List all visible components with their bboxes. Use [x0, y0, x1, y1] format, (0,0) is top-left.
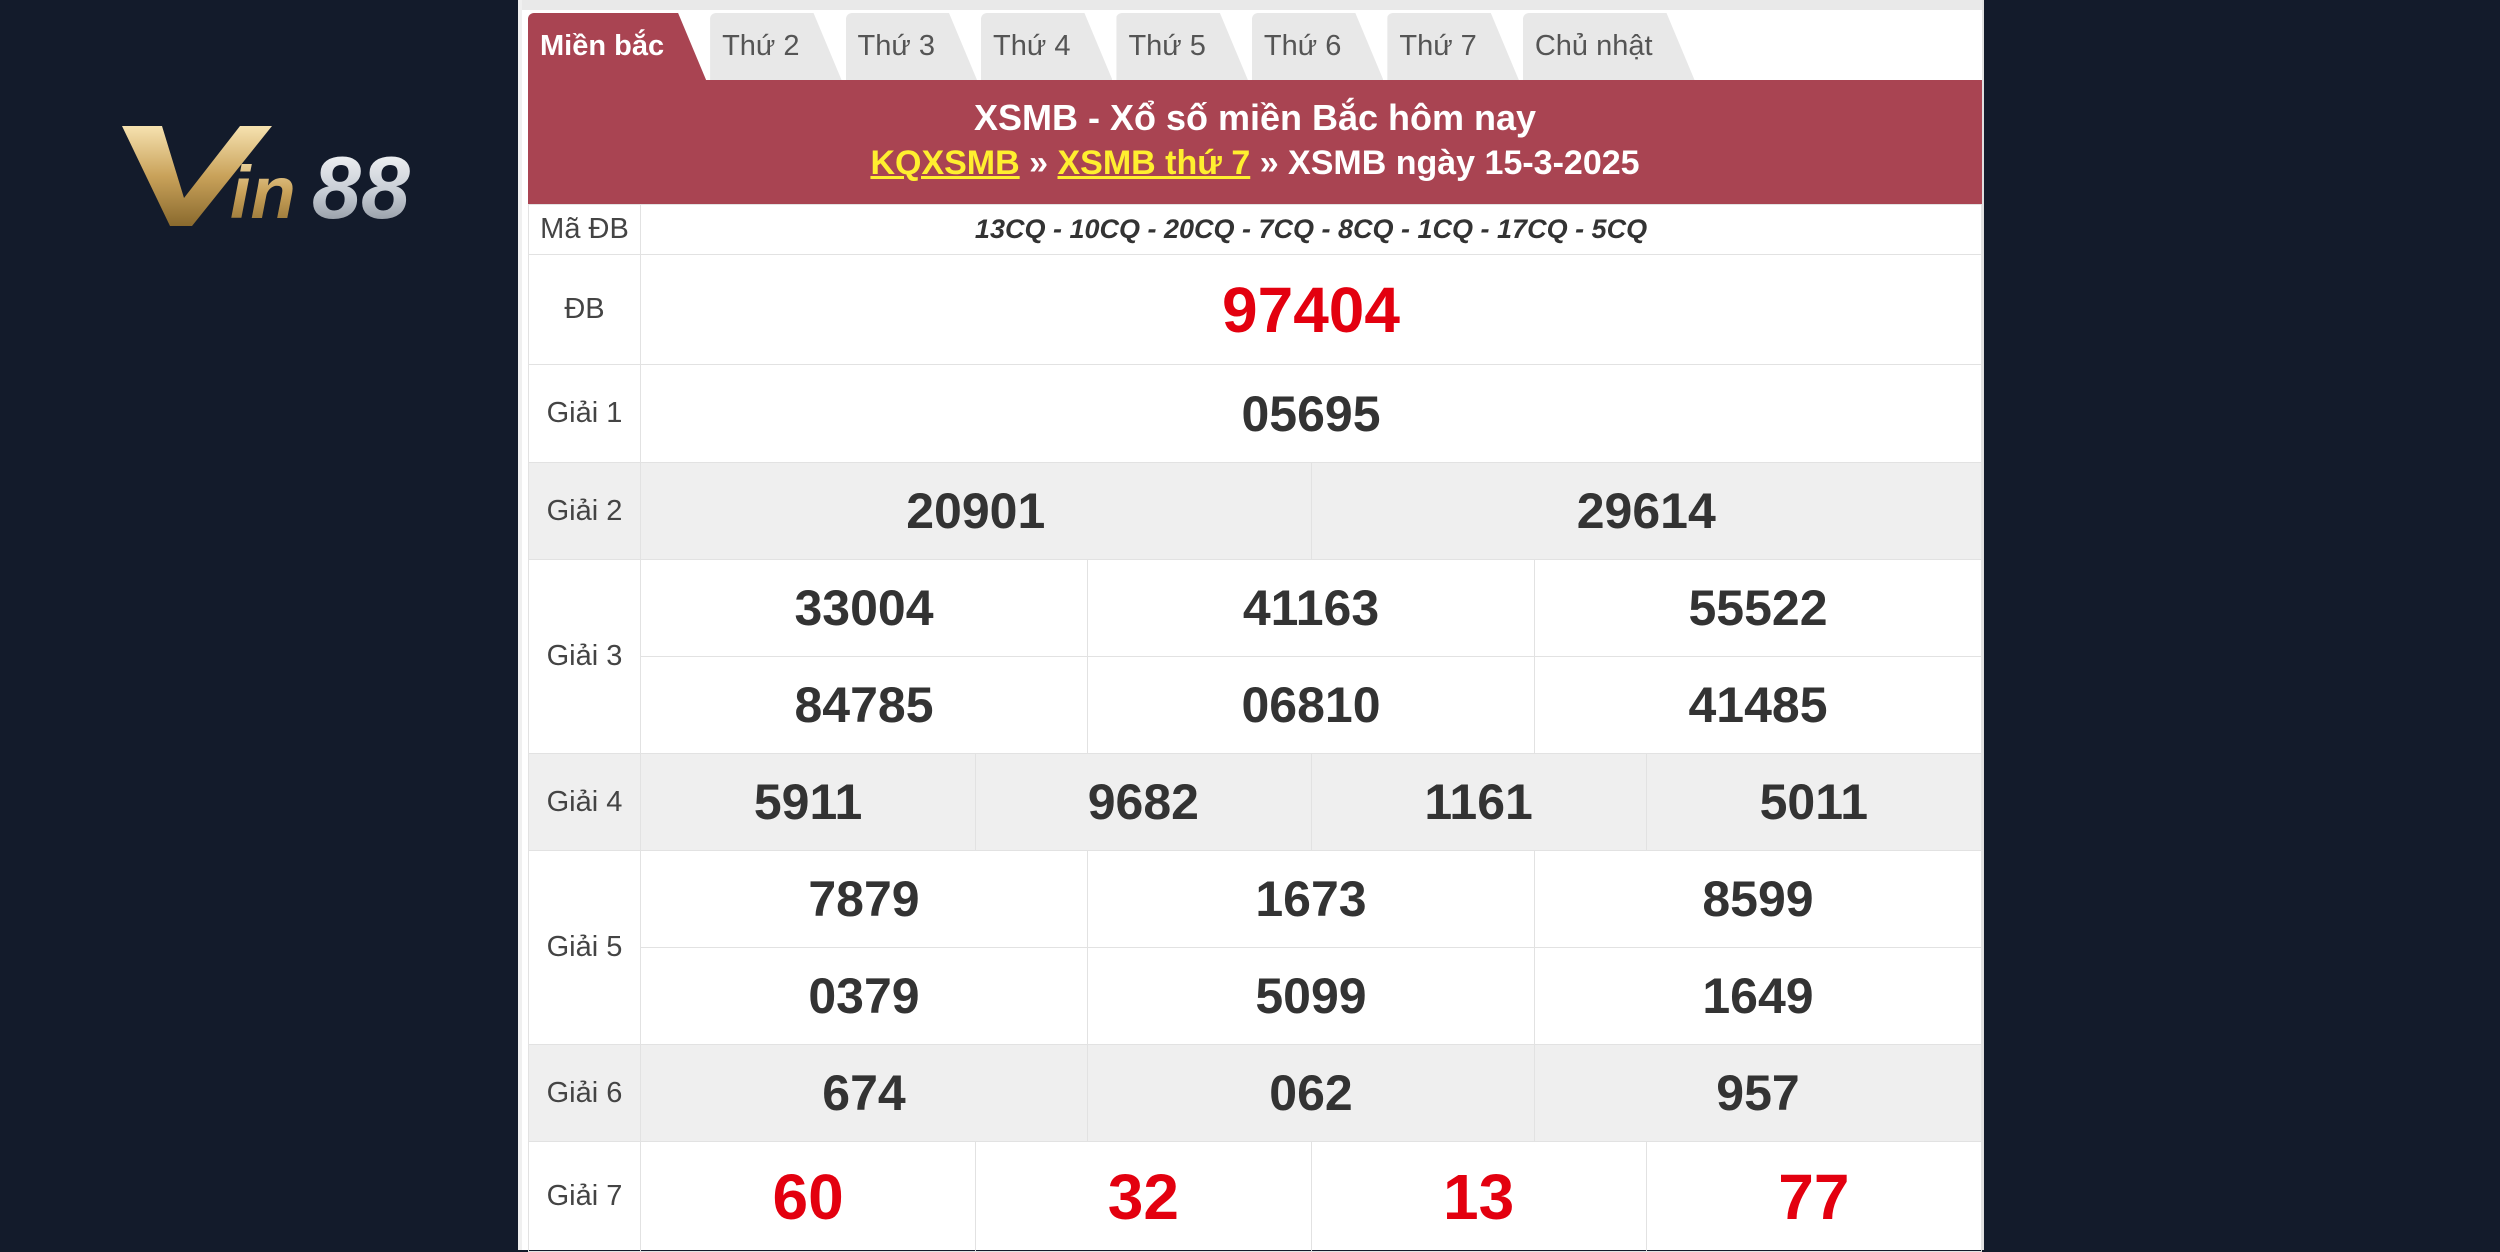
- row-g4: Giải 4 5911 9682 1161 5011: [528, 753, 1983, 851]
- region-tabs: Miền bắc Thứ 2 Thứ 3 Thứ 4 Thứ 5 Thứ 6 T…: [528, 10, 1982, 80]
- prize-5-number: 8599: [1534, 850, 1982, 948]
- prize-4-number: 5011: [1645, 753, 1983, 851]
- prize-5-number: 1649: [1534, 947, 1982, 1045]
- tab-thu-3[interactable]: Thứ 3: [846, 13, 977, 80]
- tab-thu-7[interactable]: Thứ 7: [1387, 13, 1518, 80]
- row-g5: Giải 5 7879 1673 8599: [528, 850, 1982, 1045]
- tab-thu-4[interactable]: Thứ 4: [981, 13, 1112, 80]
- row-g3: Giải 3 33004 41163 55522: [528, 559, 1982, 754]
- prize-3-number: 33004: [640, 559, 1088, 657]
- prize-6-number: 062: [1087, 1044, 1535, 1142]
- prize-7-number: 32: [975, 1141, 1312, 1252]
- row-g7: Giải 7 60 32 13 77: [528, 1141, 1983, 1252]
- prize-6-number: 674: [640, 1044, 1088, 1142]
- vin88-logo: in 88: [122, 126, 410, 233]
- breadcrumb-kqxsmb-link[interactable]: KQXSMB: [870, 144, 1019, 182]
- breadcrumb-separator: »: [1029, 144, 1049, 182]
- prize-4-number: 9682: [975, 753, 1312, 851]
- prize-6-number: 957: [1534, 1044, 1982, 1142]
- special-prize: 97404: [640, 254, 1982, 365]
- tab-thu-5[interactable]: Thứ 5: [1116, 13, 1247, 80]
- prize-7-number: 77: [1645, 1141, 1983, 1252]
- prize-3-number: 41163: [1087, 559, 1535, 657]
- prize-4-number: 1161: [1310, 753, 1647, 851]
- prize-3-number: 41485: [1534, 656, 1982, 754]
- page-title: XSMB - Xổ số miền Bắc hôm nay: [973, 97, 1537, 138]
- row-g5-b: 0379 5099 1649: [529, 947, 1982, 1045]
- breadcrumb-current: » XSMB ngày 15-3-2025: [1259, 144, 1640, 182]
- breadcrumb-xsmb-thu7-link[interactable]: XSMB thứ 7: [1058, 144, 1251, 182]
- prize-5-number: 0379: [640, 947, 1088, 1045]
- prize-7-number: 13: [1310, 1141, 1647, 1252]
- label-g6: Giải 6: [528, 1044, 641, 1142]
- svg-text:in: in: [230, 151, 296, 233]
- prize-3-number: 06810: [1087, 656, 1535, 754]
- label-g5: Giải 5: [528, 850, 641, 1045]
- results-header: XSMB - Xổ số miền Bắc hôm nay KQXSMB » X…: [528, 80, 1982, 204]
- row-g2: Giải 2 20901 29614: [528, 462, 1982, 560]
- label-g2: Giải 2: [528, 462, 641, 560]
- prize-3-number: 55522: [1534, 559, 1982, 657]
- label-db: ĐB: [528, 254, 641, 365]
- row-g1: Giải 1 05695: [528, 364, 1982, 463]
- prize-2-number: 29614: [1310, 462, 1982, 560]
- tab-thu-6[interactable]: Thứ 6: [1252, 13, 1383, 80]
- lottery-panel: Miền bắc Thứ 2 Thứ 3 Thứ 4 Thứ 5 Thứ 6 T…: [518, 0, 1984, 1252]
- tab-thu-2[interactable]: Thứ 2: [710, 13, 841, 80]
- special-codes: 13CQ - 10CQ - 20CQ - 7CQ - 8CQ - 1CQ - 1…: [640, 204, 1982, 255]
- prize-1: 05695: [640, 364, 1982, 463]
- row-db: ĐB 97404: [528, 254, 1982, 365]
- prize-5-number: 7879: [640, 850, 1088, 948]
- label-g4: Giải 4: [528, 753, 641, 851]
- results-table: Mã ĐB 13CQ - 10CQ - 20CQ - 7CQ - 8CQ - 1…: [528, 204, 1983, 1252]
- row-g3-b: 84785 06810 41485: [529, 656, 1982, 754]
- svg-text:88: 88: [312, 138, 410, 233]
- prize-5-number: 5099: [1087, 947, 1535, 1045]
- prize-2-number: 20901: [640, 462, 1312, 560]
- prize-5-number: 1673: [1087, 850, 1535, 948]
- tab-mien-bac[interactable]: Miền bắc: [528, 13, 706, 80]
- label-g3: Giải 3: [528, 559, 641, 754]
- label-g1: Giải 1: [528, 364, 641, 463]
- breadcrumb: KQXSMB » XSMB thứ 7 » XSMB ngày 15-3-202…: [528, 140, 1982, 186]
- label-g7: Giải 7: [528, 1141, 641, 1252]
- tab-chu-nhat[interactable]: Chủ nhật: [1523, 13, 1695, 80]
- prize-7-number: 60: [639, 1141, 977, 1252]
- row-madb: Mã ĐB 13CQ - 10CQ - 20CQ - 7CQ - 8CQ - 1…: [528, 204, 1982, 255]
- label-madb: Mã ĐB: [528, 204, 641, 255]
- top-strip: [522, 0, 1982, 10]
- row-g6: Giải 6 674 062 957: [528, 1044, 1982, 1142]
- prize-4-number: 5911: [639, 753, 977, 851]
- prize-3-number: 84785: [640, 656, 1088, 754]
